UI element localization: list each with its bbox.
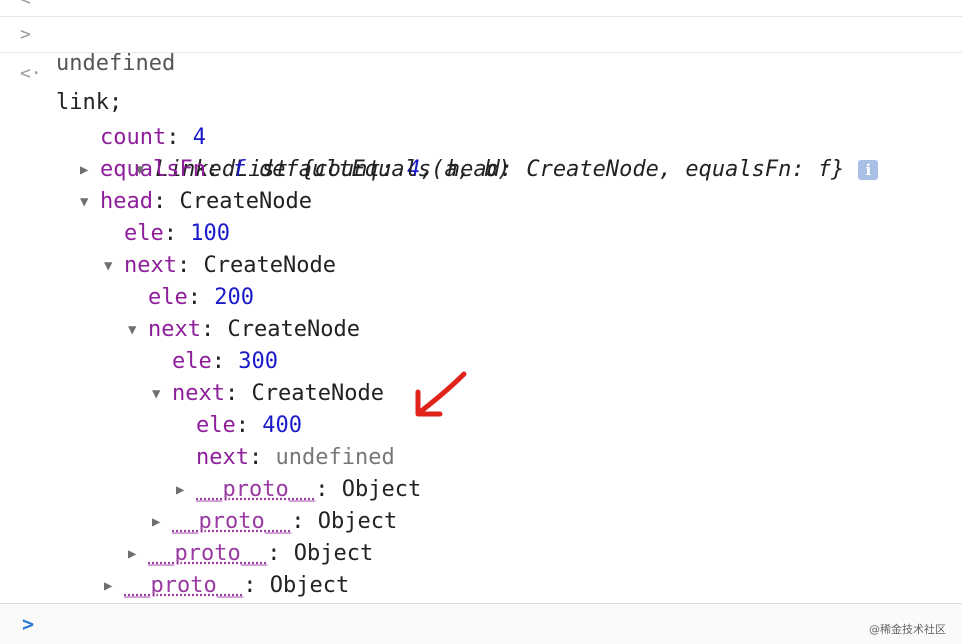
prop-next[interactable]: ▼ next: CreateNode bbox=[0, 282, 962, 342]
return-marker-icon: <· bbox=[20, 63, 42, 84]
prop-next[interactable]: ▼ next: CreateNode bbox=[0, 218, 962, 278]
previous-output-row: <· undefined bbox=[0, 0, 962, 76]
prop-proto[interactable]: ▶__proto__: Object bbox=[0, 474, 962, 534]
prop-proto[interactable]: ▶__proto__: Object bbox=[0, 506, 962, 566]
result-summary-row[interactable]: <· ▼ LinkedList {count: 4, head: CreateNo… bbox=[0, 58, 962, 182]
prop-count: count: 4 bbox=[100, 125, 206, 150]
prop-ele: ele: 300 bbox=[172, 349, 278, 374]
prop-proto[interactable]: ▶__proto__: Object bbox=[0, 570, 962, 630]
prop-next[interactable]: ▼ next: CreateNode bbox=[0, 346, 962, 406]
prop-ele: ele: 400 bbox=[196, 413, 302, 438]
prop-equalsfn[interactable]: ▶ equalsFn: f defaultEquals(a, b) bbox=[0, 122, 962, 182]
watermark: @稀金技术社区 bbox=[869, 623, 946, 636]
annotation-arrow-icon bbox=[415, 371, 467, 417]
prop-ele: ele: 200 bbox=[148, 285, 254, 310]
input-row: > link; bbox=[0, 18, 962, 115]
prop-proto[interactable]: ▶__proto__: Object bbox=[0, 442, 962, 502]
prop-head[interactable]: ▼ head: CreateNode bbox=[0, 154, 962, 214]
input-prompt-icon: > bbox=[20, 24, 31, 45]
console-input-bar[interactable]: > @稀金技术社区 bbox=[0, 603, 962, 644]
console-prompt-icon: > bbox=[22, 612, 35, 636]
prop-proto[interactable]: ▶__proto__: Object bbox=[0, 538, 962, 598]
return-marker-icon: <· bbox=[20, 0, 42, 16]
prop-next-undefined: next: undefined bbox=[196, 445, 395, 470]
prop-ele: ele: 100 bbox=[124, 221, 230, 246]
